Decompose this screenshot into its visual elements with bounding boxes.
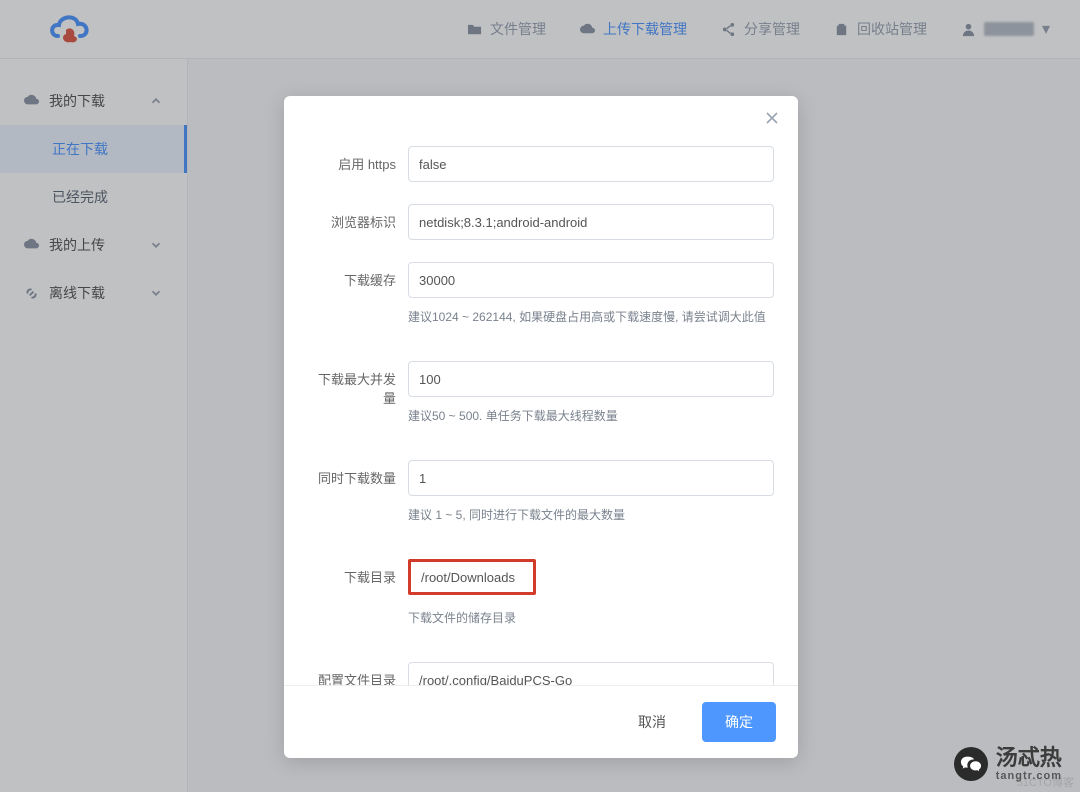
field-label: 浏览器标识 [308,204,408,240]
row-download-cache: 下载缓存 建议1024 ~ 262144, 如果硬盘占用高或下载速度慢, 请尝试… [308,262,774,325]
highlight-box [408,559,536,595]
field-label: 下载目录 [308,559,408,626]
simultaneous-downloads-input[interactable] [408,460,774,496]
watermark-title: 汤忒热 [996,746,1062,770]
field-label: 同时下载数量 [308,460,408,523]
modal-footer: 取消 确定 [284,685,798,758]
field-label: 下载缓存 [308,262,408,325]
close-icon [764,110,780,126]
settings-modal: 启用 https 浏览器标识 下载缓存 建议1024 ~ 262144, 如果硬… [284,96,798,758]
browser-id-input[interactable] [408,204,774,240]
field-label: 下载最大并发量 [308,361,408,424]
row-simultaneous-downloads: 同时下载数量 建议 1 ~ 5, 同时进行下载文件的最大数量 [308,460,774,523]
ok-button[interactable]: 确定 [702,702,776,742]
download-dir-input[interactable] [411,562,533,592]
field-hint: 建议50 ~ 500. 单任务下载最大线程数量 [408,407,774,424]
row-download-dir: 下载目录 下载文件的储存目录 [308,559,774,626]
row-max-concurrency: 下载最大并发量 建议50 ~ 500. 单任务下载最大线程数量 [308,361,774,424]
row-config-dir: 配置文件目录 配置文件的储存目录，更改无效 [308,662,774,685]
field-hint: 下载文件的储存目录 [408,609,774,626]
download-cache-input[interactable] [408,262,774,298]
modal-body: 启用 https 浏览器标识 下载缓存 建议1024 ~ 262144, 如果硬… [284,144,798,685]
enable-https-input[interactable] [408,146,774,182]
row-enable-https: 启用 https [308,146,774,182]
wechat-icon [954,747,988,781]
faint-watermark: 51CTO博客 [1017,774,1074,790]
field-hint: 建议1024 ~ 262144, 如果硬盘占用高或下载速度慢, 请尝试调大此值 [408,308,774,325]
config-dir-input[interactable] [408,662,774,685]
cancel-button[interactable]: 取消 [616,702,688,742]
field-hint: 建议 1 ~ 5, 同时进行下载文件的最大数量 [408,506,774,523]
row-browser-id: 浏览器标识 [308,204,774,240]
field-label: 启用 https [308,146,408,182]
field-label: 配置文件目录 [308,662,408,685]
close-button[interactable] [764,110,780,131]
max-concurrency-input[interactable] [408,361,774,397]
